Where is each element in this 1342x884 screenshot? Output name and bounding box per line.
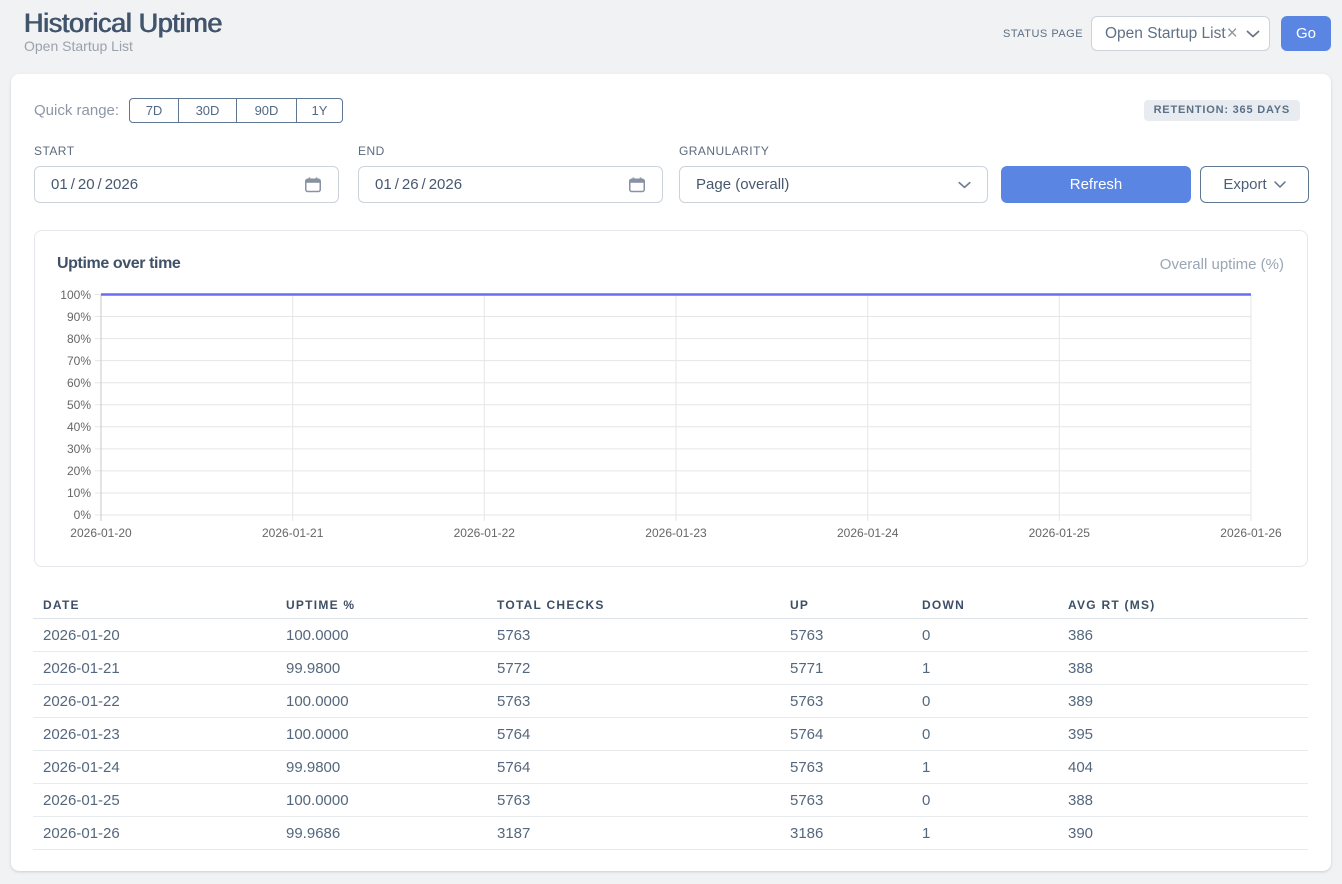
svg-text:10%: 10% xyxy=(67,486,91,500)
svg-text:70%: 70% xyxy=(67,354,91,368)
svg-text:2026-01-22: 2026-01-22 xyxy=(454,526,516,540)
svg-text:40%: 40% xyxy=(67,420,91,434)
svg-text:2026-01-23: 2026-01-23 xyxy=(645,526,707,540)
svg-text:0%: 0% xyxy=(74,508,92,522)
svg-text:2026-01-25: 2026-01-25 xyxy=(1029,526,1091,540)
svg-text:90%: 90% xyxy=(67,310,91,324)
svg-text:20%: 20% xyxy=(67,464,91,478)
svg-text:100%: 100% xyxy=(60,288,91,302)
svg-text:2026-01-26: 2026-01-26 xyxy=(1220,526,1282,540)
svg-text:50%: 50% xyxy=(67,398,91,412)
svg-text:60%: 60% xyxy=(67,376,91,390)
svg-text:80%: 80% xyxy=(67,332,91,346)
svg-text:2026-01-20: 2026-01-20 xyxy=(70,526,132,540)
svg-text:2026-01-21: 2026-01-21 xyxy=(262,526,324,540)
svg-text:2026-01-24: 2026-01-24 xyxy=(837,526,899,540)
svg-text:30%: 30% xyxy=(67,442,91,456)
